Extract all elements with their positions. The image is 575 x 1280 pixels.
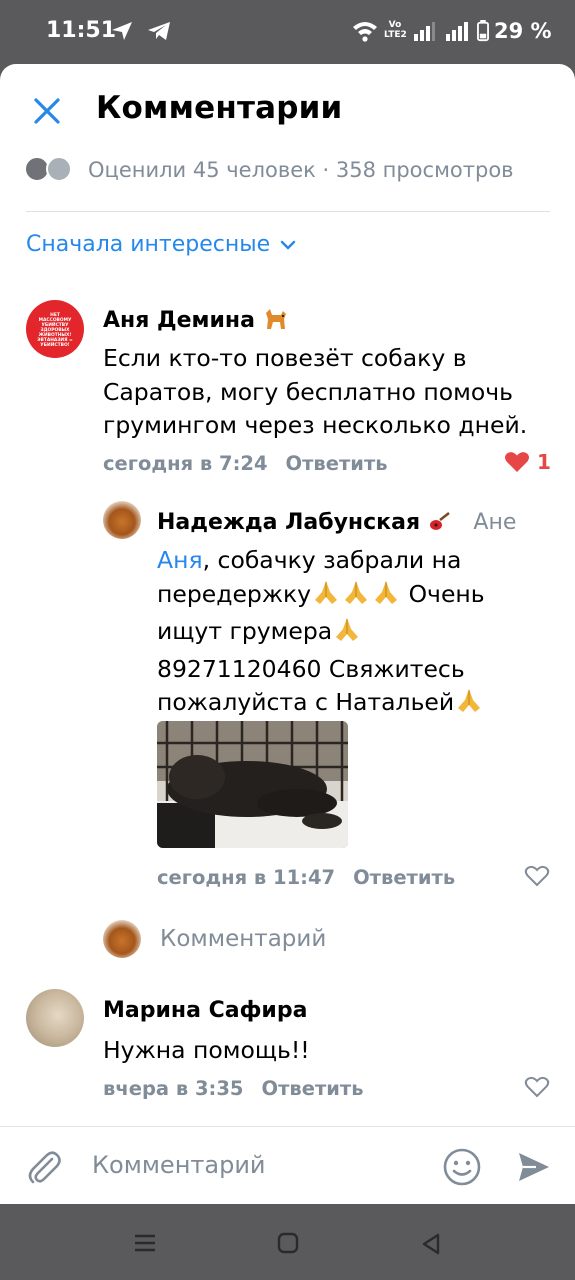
chevron-down-icon — [280, 240, 296, 249]
avatar-text: НЕТ МАССОВОМУ УБИЙСТВУ ЗДОРОВЫХ ЖИВОТНЫХ… — [37, 313, 73, 348]
battery-percent: 29 % — [494, 19, 552, 43]
comment-author[interactable]: Надежда Лабунская Ане — [157, 510, 516, 539]
comment-composer: Комментарий — [0, 1126, 575, 1206]
wifi-icon — [353, 22, 377, 42]
smile-icon[interactable] — [442, 1147, 482, 1187]
like-button[interactable]: 1 — [504, 450, 551, 474]
comment-text: Аня, собачку забрали на передержку Очень… — [157, 544, 557, 724]
divider — [26, 211, 550, 212]
text-line: 89271120460 Свяжитесь — [157, 654, 465, 683]
attached-photo[interactable] — [157, 721, 348, 848]
dog-photo-image — [157, 721, 348, 848]
guitar-emoji-icon — [428, 511, 452, 539]
comment-meta: сегодня в 11:47 Ответить — [157, 866, 455, 889]
comment-meta: сегодня в 7:24 Ответить — [103, 452, 388, 475]
heart-outline-icon[interactable] — [524, 1076, 550, 1098]
pray-emoji-icon — [311, 578, 341, 616]
pray-emoji-icon — [454, 686, 484, 724]
sort-label: Сначала интересные — [26, 232, 271, 257]
recent-apps-icon[interactable] — [133, 1232, 157, 1254]
reply-button[interactable]: Ответить — [262, 1077, 364, 1100]
author-name: Аня Демина — [103, 308, 255, 333]
reply-to[interactable]: Ане — [473, 510, 516, 535]
battery-icon — [477, 20, 489, 42]
heart-filled-icon — [505, 452, 529, 472]
comment-text: Если кто-то повезёт собаку в Саратов, мо… — [103, 344, 528, 439]
text-line: Очень — [401, 579, 485, 608]
comment-meta: вчера в 3:35 Ответить — [103, 1077, 364, 1100]
like-count: 1 — [537, 450, 551, 474]
dog-emoji-icon — [263, 307, 289, 337]
pray-emoji-icon — [332, 615, 362, 653]
location-arrow-icon — [112, 22, 132, 40]
avatar — [103, 920, 141, 958]
text-line: пожалуйста с Натальей — [157, 688, 455, 716]
send-icon[interactable] — [516, 1149, 552, 1185]
text-line: передержку — [157, 579, 312, 608]
comment-time: сегодня в 11:47 — [157, 866, 336, 889]
comment-author[interactable]: Аня Демина — [103, 307, 289, 337]
system-nav-bar — [0, 1204, 575, 1280]
status-time: 11:51 — [46, 18, 117, 43]
reply-button[interactable]: Ответить — [353, 866, 455, 889]
comment-time: сегодня в 7:24 — [103, 452, 268, 475]
signal-1-icon — [414, 22, 435, 41]
telegram-icon — [148, 22, 170, 40]
comment-author[interactable]: Марина Сафира — [103, 998, 307, 1023]
comment-text: Нужна помощь!! — [103, 1036, 310, 1064]
volte-label: Vo LTE2 — [384, 20, 407, 40]
close-icon[interactable] — [30, 94, 64, 128]
pray-emoji-icon — [341, 578, 371, 616]
comments-sheet: Комментарии Оценили 45 человек · 358 про… — [0, 64, 575, 1204]
avatar — [46, 156, 72, 182]
comment-time: вчера в 3:35 — [103, 1077, 244, 1100]
reply-input[interactable]: Комментарий — [160, 926, 326, 952]
heart-outline-icon[interactable] — [524, 865, 550, 887]
author-name: Надежда Лабунская — [157, 510, 421, 535]
avatar[interactable] — [103, 501, 141, 539]
comment-input[interactable]: Комментарий — [92, 1151, 266, 1179]
likes-summary[interactable]: Оценили 45 человек · 358 просмотров — [88, 158, 514, 182]
text-line: , собачку забрали на — [202, 546, 462, 574]
status-bar: 11:51 Vo LTE2 29 % — [0, 0, 575, 64]
signal-2-icon — [446, 22, 468, 41]
reply-button[interactable]: Ответить — [286, 452, 388, 475]
pray-emoji-icon — [371, 578, 401, 616]
avatar[interactable] — [26, 989, 84, 1047]
page-title: Комментарии — [96, 90, 343, 126]
mention-link[interactable]: Аня — [157, 546, 203, 574]
text-line: ищут грумера — [157, 617, 333, 645]
home-icon[interactable] — [276, 1231, 300, 1255]
paperclip-icon[interactable] — [26, 1147, 64, 1187]
back-icon[interactable] — [420, 1232, 442, 1256]
liker-avatars[interactable] — [24, 156, 76, 186]
avatar[interactable]: НЕТ МАССОВОМУ УБИЙСТВУ ЗДОРОВЫХ ЖИВОТНЫХ… — [26, 300, 84, 358]
sort-dropdown[interactable]: Сначала интересные — [26, 232, 296, 257]
